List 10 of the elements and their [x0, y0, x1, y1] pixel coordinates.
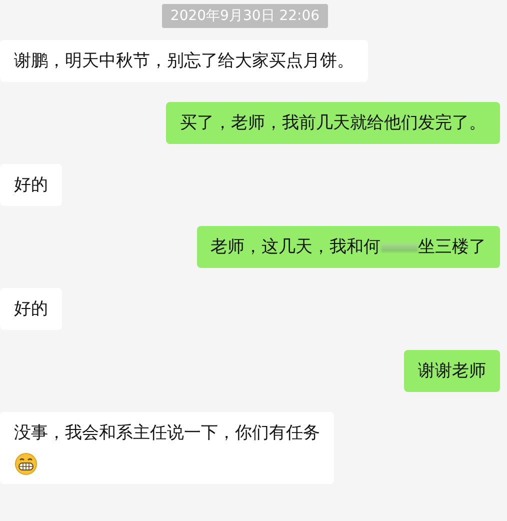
message-text: 好的: [14, 299, 48, 319]
message-text: 好的: [14, 175, 48, 195]
message-text: 没事，我会和系主任说一下，你们有任务: [14, 423, 320, 443]
message-text: 买了，老师，我前几天就给他们发完了。: [180, 113, 486, 133]
message-text: 坐三楼了: [418, 237, 486, 257]
grinning-emoji-icon: [14, 451, 38, 476]
message-text: 谢谢老师: [418, 361, 486, 381]
message-text: 老师，这几天，我和何: [210, 237, 381, 257]
timestamp: 2020年9月30日 22:06: [162, 4, 328, 28]
message-text: 谢鹏，明天中秋节，别忘了给大家买点月饼。: [14, 51, 354, 71]
